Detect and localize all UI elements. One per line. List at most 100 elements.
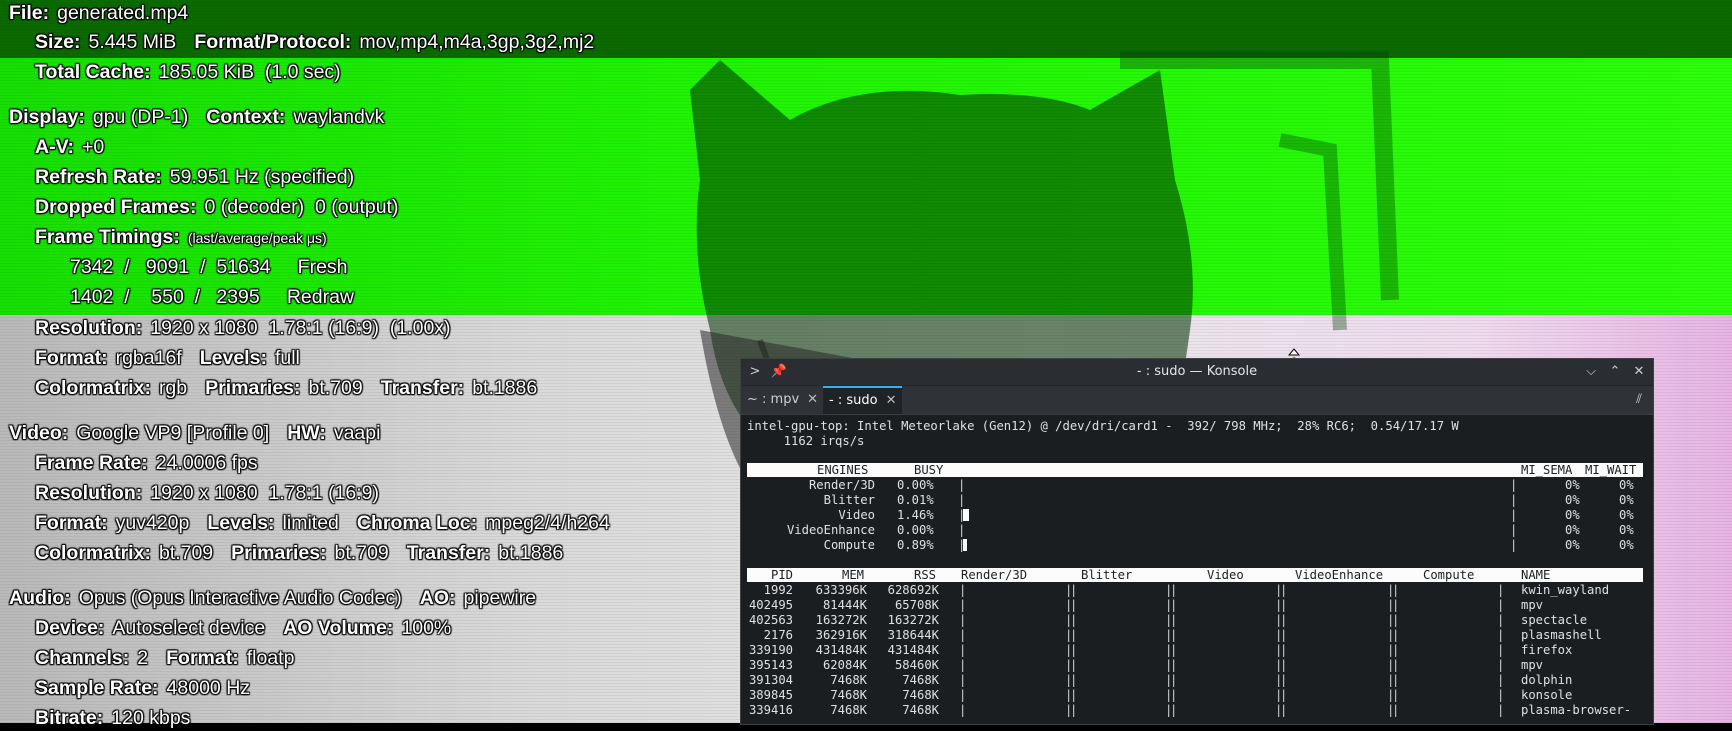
dropped-line: Dropped Frames: 0 (decoder) 0 (output) <box>35 196 399 218</box>
konsole-window[interactable]: > 📌 - : sudo — Konsole ⌵ ⌃ ✕ ~ : mpv ✕ - … <box>740 358 1654 725</box>
process-row: 391304 7468K 7468K | | | | | | | | | | dolphin <box>747 673 1643 688</box>
process-mem: 633396K <box>815 583 867 597</box>
process-rss: 7468K <box>902 673 939 687</box>
usage-bar-edge: | <box>959 658 967 672</box>
engine-mi-sema: 0% <box>1565 478 1580 492</box>
process-rss: 431484K <box>887 643 939 657</box>
usage-bar-edge: | <box>959 613 967 627</box>
usage-bar-edge: | <box>1070 628 1078 642</box>
usage-bar-edge: | <box>1392 643 1400 657</box>
usage-bar-edge: | <box>1497 583 1505 597</box>
usage-bar-edge: | <box>1392 598 1400 612</box>
usage-bar-edge: | <box>1170 703 1178 717</box>
process-rss: 163272K <box>887 613 939 627</box>
engine-busy: 0.00% <box>897 523 934 537</box>
process-name: dolphin <box>1521 673 1573 687</box>
display-colormatrix-line: Colormatrix: rgb Primaries: bt.709 Transfer:… <box>35 377 538 399</box>
usage-bar-edge: | <box>1280 613 1288 627</box>
process-mem: 7468K <box>830 673 867 687</box>
bar-right-edge: | <box>1510 523 1518 537</box>
usage-bar-edge: | <box>1497 628 1505 642</box>
tab-sudo[interactable]: - : sudo ✕ <box>823 386 903 414</box>
close-button[interactable]: ✕ <box>1629 362 1649 382</box>
channels-line: Channels: 2 Format: floatp <box>35 647 295 669</box>
process-rss: 7468K <box>902 688 939 702</box>
terminal-output[interactable]: intel-gpu-top: Intel Meteorlake (Gen12) … <box>741 415 1653 724</box>
process-rss: 58460K <box>894 658 939 672</box>
cache-line: Total Cache: 185.05 KiB (1.0 sec) <box>35 61 341 83</box>
bar-left-edge: | <box>958 493 966 507</box>
usage-bar-edge: | <box>1070 643 1078 657</box>
usage-bar-edge: | <box>1170 613 1178 627</box>
engine-name: Render/3D <box>808 478 875 492</box>
process-mem: 7468K <box>830 703 867 717</box>
process-mem: 62084K <box>822 658 867 672</box>
usage-bar-edge: | <box>1497 613 1505 627</box>
usage-bar-edge: | <box>1392 673 1400 687</box>
process-mem: 362916K <box>815 628 867 642</box>
konsole-titlebar[interactable]: > 📌 - : sudo — Konsole ⌵ ⌃ ✕ <box>741 359 1653 385</box>
usage-bar-edge: | <box>1497 703 1505 717</box>
usage-bar-edge: | <box>1170 673 1178 687</box>
gpu-top-header: intel-gpu-top: Intel Meteorlake (Gen12) … <box>747 419 1459 433</box>
engine-mi-wait: 0% <box>1619 538 1634 552</box>
bar-left-edge: | <box>958 523 966 537</box>
usage-bar-edge: | <box>1497 643 1505 657</box>
usage-bar-edge: | <box>1280 583 1288 597</box>
refresh-line: Refresh Rate: 59.951 Hz (specified) <box>35 166 355 188</box>
usage-bar-edge: | <box>959 598 967 612</box>
samplerate-line: Sample Rate: 48000 Hz <box>35 677 251 699</box>
process-rss: 628692K <box>887 583 939 597</box>
process-rss: 318644K <box>887 628 939 642</box>
video-colormatrix-line: Colormatrix: bt.709 Primaries: bt.709 Transf… <box>35 542 564 564</box>
device-line: Device: Autoselect device AO Volume: 100% <box>35 617 452 639</box>
usage-bar-edge: | <box>1170 643 1178 657</box>
engine-mi-sema: 0% <box>1565 508 1580 522</box>
process-pid: 389845 <box>748 688 793 702</box>
video-resolution-line: Resolution: 1920 x 1080 1.78:1 (16:9) <box>35 482 380 504</box>
usage-bar-edge: | <box>1392 688 1400 702</box>
bar-left-edge: | <box>958 478 966 492</box>
process-mem: 7468K <box>830 688 867 702</box>
tab-mpv[interactable]: ~ : mpv ✕ <box>741 386 824 414</box>
minimize-button[interactable]: ⌵ <box>1581 362 1601 382</box>
tab-close-icon[interactable]: ✕ <box>886 393 897 408</box>
tab-close-icon[interactable]: ✕ <box>807 392 818 407</box>
engine-busy: 0.89% <box>897 538 934 552</box>
usage-bar-edge: | <box>1392 703 1400 717</box>
usage-bar-edge: | <box>1280 703 1288 717</box>
usage-bar-edge: | <box>1280 643 1288 657</box>
usage-bar-edge: | <box>959 643 967 657</box>
engine-busy: 1.46% <box>897 508 934 522</box>
timings-line: Frame Timings: (last/average/peak μs) <box>35 226 327 248</box>
engine-name: Compute <box>823 538 875 552</box>
usage-bar-edge: | <box>1170 583 1178 597</box>
usage-bar-edge: | <box>1070 613 1078 627</box>
usage-bar-edge: | <box>1070 583 1078 597</box>
usage-bar-edge: | <box>1497 598 1505 612</box>
process-mem: 81444K <box>822 598 867 612</box>
usage-bar-edge: | <box>1070 688 1078 702</box>
process-name: mpv <box>1521 598 1544 612</box>
usage-bar-edge: | <box>1170 688 1178 702</box>
engine-mi-sema: 0% <box>1565 523 1580 537</box>
process-name: mpv <box>1521 658 1544 672</box>
process-row: 395143 62084K 58460K | | | | | | | | | | mpv <box>747 658 1643 673</box>
usage-bar-edge: | <box>959 628 967 642</box>
usage-bar-edge: | <box>959 703 967 717</box>
bar-right-edge: | <box>1510 508 1518 522</box>
video-line: Video: Google VP9 [Profile 0] HW: vaapi <box>9 422 381 444</box>
maximize-button[interactable]: ⌃ <box>1605 362 1625 382</box>
audio-line: Audio: Opus (Opus Interactive Audio Codec… <box>9 587 537 609</box>
av-line: A-V: +0 <box>35 136 105 158</box>
usage-bar-edge: | <box>1070 658 1078 672</box>
tab-bar: ~ : mpv ✕ - : sudo ✕ ⫽ <box>741 386 1653 415</box>
split-view-icon[interactable]: ⫽ <box>1629 390 1649 410</box>
engine-name: VideoEnhance <box>786 523 875 537</box>
process-pid: 391304 <box>748 673 793 687</box>
usage-bar-edge: | <box>959 673 967 687</box>
usage-bar-edge: | <box>1280 628 1288 642</box>
usage-bar-edge: | <box>1392 658 1400 672</box>
timing-redraw-line: 1402 / 550 / 2395 Redraw <box>70 286 355 308</box>
engine-name: Video <box>838 508 875 522</box>
